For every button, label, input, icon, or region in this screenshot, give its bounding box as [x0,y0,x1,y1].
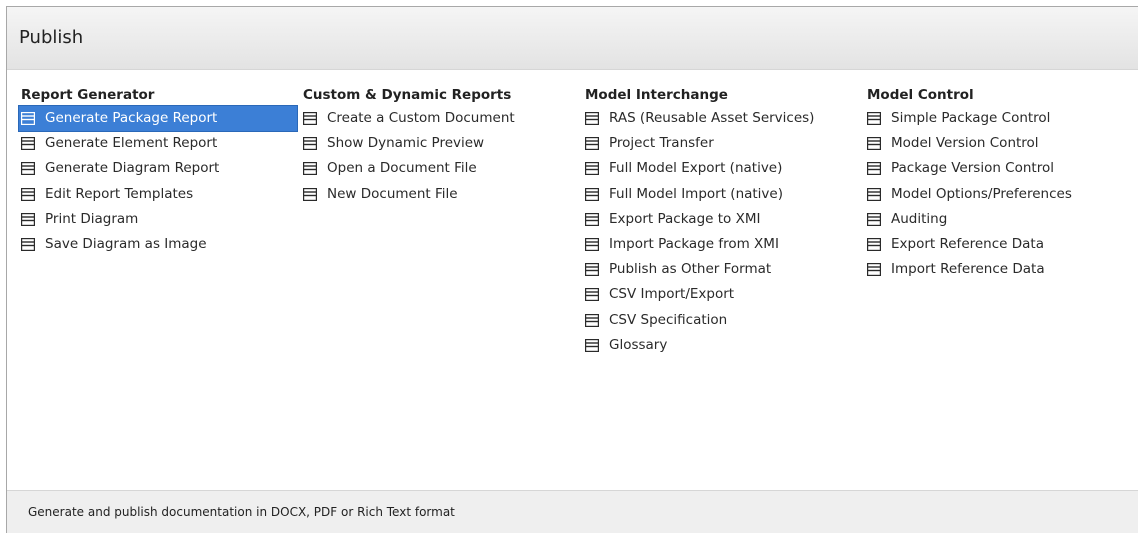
publish-panel: Publish Report Generator Generate Package… [6,6,1138,533]
window-icon [303,187,317,201]
window-icon [585,162,599,176]
window-icon [867,112,881,126]
command-ras-reusable-asset-services[interactable]: RAS (Reusable Asset Services) [583,106,861,131]
command-show-dynamic-preview[interactable]: Show Dynamic Preview [301,131,579,156]
command-full-model-import-native[interactable]: Full Model Import (native) [583,182,861,207]
command-import-reference-data[interactable]: Import Reference Data [865,257,1135,282]
column-custom-dynamic-reports: Custom & Dynamic Reports Create a Custom … [301,84,579,207]
command-new-document-file[interactable]: New Document File [301,182,579,207]
panel-title: Publish [19,27,84,48]
command-export-reference-data[interactable]: Export Reference Data [865,232,1135,257]
command-label: CSV Import/Export [609,286,735,303]
column-model-interchange: Model Interchange RAS (Reusable Asset Ser… [583,84,861,358]
command-label: Generate Diagram Report [45,160,220,177]
window-icon [21,187,35,201]
command-label: Package Version Control [891,160,1054,177]
window-icon [21,238,35,252]
window-icon [585,137,599,151]
command-label: Model Version Control [891,135,1039,152]
command-generate-element-report[interactable]: Generate Element Report [19,131,297,156]
window-icon [585,212,599,226]
command-open-a-document-file[interactable]: Open a Document File [301,156,579,181]
window-icon [867,162,881,176]
command-label: Save Diagram as Image [45,236,207,253]
command-label: Project Transfer [609,135,714,152]
command-label: Publish as Other Format [609,261,772,278]
window-icon [21,137,35,151]
command-label: Full Model Import (native) [609,185,783,202]
window-icon [867,212,881,226]
command-label: Edit Report Templates [45,185,194,202]
command-label: Show Dynamic Preview [327,135,485,152]
command-label: RAS (Reusable Asset Services) [609,110,815,127]
command-label: Import Package from XMI [609,236,779,253]
command-edit-report-templates[interactable]: Edit Report Templates [19,182,297,207]
window-icon [867,187,881,201]
command-label: Simple Package Control [891,110,1051,127]
window-icon [585,112,599,126]
column-heading: Report Generator [21,87,155,103]
column-heading: Model Control [867,87,974,103]
command-generate-package-report[interactable]: Generate Package Report [18,104,298,133]
window-icon [21,112,35,126]
command-import-package-from-xmi[interactable]: Import Package from XMI [583,232,861,257]
command-label: Auditing [891,210,948,227]
command-model-options-preferences[interactable]: Model Options/Preferences [865,182,1135,207]
command-model-version-control[interactable]: Model Version Control [865,131,1135,156]
window-icon [585,288,599,302]
command-csv-import-export[interactable]: CSV Import/Export [583,282,861,307]
command-full-model-export-native[interactable]: Full Model Export (native) [583,156,861,181]
window-icon [21,162,35,176]
window-icon [585,238,599,252]
command-label: Export Reference Data [891,236,1044,253]
window-icon [867,137,881,151]
command-label: Generate Package Report [45,110,218,127]
command-simple-package-control[interactable]: Simple Package Control [865,106,1135,131]
window-icon [867,263,881,277]
command-print-diagram[interactable]: Print Diagram [19,207,297,232]
column-heading: Model Interchange [585,87,728,103]
column-report-generator: Report Generator Generate Package Report G… [18,84,298,257]
status-bar: Generate and publish documentation in DO… [7,490,1138,533]
command-project-transfer[interactable]: Project Transfer [583,131,861,156]
command-label: CSV Specification [609,311,728,328]
window-icon [303,137,317,151]
panel-header: Publish [7,7,1138,70]
window-icon [303,162,317,176]
window-icon [585,338,599,352]
column-model-control: Model Control Simple Package Control Model… [865,84,1135,282]
command-glossary[interactable]: Glossary [583,333,861,358]
command-export-package-to-xmi[interactable]: Export Package to XMI [583,207,861,232]
command-auditing[interactable]: Auditing [865,207,1135,232]
command-label: Open a Document File [327,160,477,177]
command-label: Glossary [609,336,668,353]
command-create-a-custom-document[interactable]: Create a Custom Document [301,106,579,131]
window-icon [585,263,599,277]
command-label: Print Diagram [45,210,139,227]
command-label: Model Options/Preferences [891,185,1072,202]
column-heading: Custom & Dynamic Reports [303,87,512,103]
window-icon [585,187,599,201]
command-label: Full Model Export (native) [609,160,783,177]
command-publish-as-other-format[interactable]: Publish as Other Format [583,257,861,282]
command-package-version-control[interactable]: Package Version Control [865,156,1135,181]
command-generate-diagram-report[interactable]: Generate Diagram Report [19,156,297,181]
window-icon [585,313,599,327]
command-label: Import Reference Data [891,261,1045,278]
window-icon [21,212,35,226]
command-label: New Document File [327,185,458,202]
window-icon [867,238,881,252]
status-text: Generate and publish documentation in DO… [28,505,455,519]
command-label: Create a Custom Document [327,110,515,127]
window-icon [303,112,317,126]
command-label: Export Package to XMI [609,210,761,227]
command-save-diagram-as-image[interactable]: Save Diagram as Image [19,232,297,257]
command-label: Generate Element Report [45,135,218,152]
command-csv-specification[interactable]: CSV Specification [583,308,861,333]
